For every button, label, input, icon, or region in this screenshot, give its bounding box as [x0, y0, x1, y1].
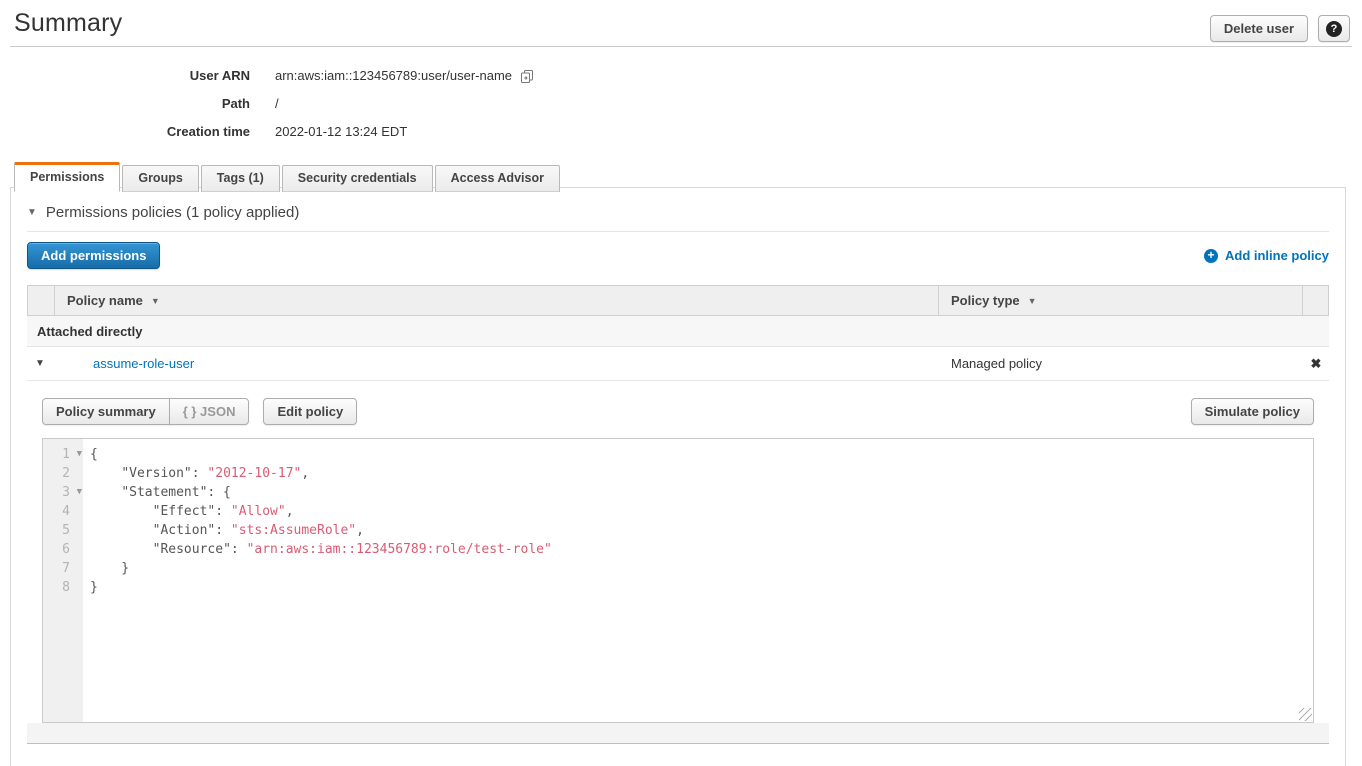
creation-time-value: 2022-01-12 13:24 EDT — [275, 124, 407, 140]
help-button[interactable]: ? — [1318, 15, 1350, 42]
gutter-line-number: 3▼ — [43, 483, 83, 502]
header-action-cell — [1302, 286, 1328, 315]
tab-bar: Permissions Groups Tags (1) Security cre… — [14, 161, 560, 191]
header-divider — [10, 46, 1352, 47]
delete-user-button[interactable]: Delete user — [1210, 15, 1308, 42]
tab-permissions[interactable]: Permissions — [14, 162, 120, 192]
policy-detail-panel: Policy summary { } JSON Edit policy Simu… — [27, 381, 1329, 744]
fold-caret-icon[interactable]: ▼ — [77, 483, 82, 502]
iam-user-summary-page: Summary Delete user ? User ARN arn:aws:i… — [0, 0, 1362, 766]
editor-resize-handle[interactable] — [1299, 708, 1312, 721]
editor-code-area[interactable]: { "Version": "2012-10-17", "Statement": … — [83, 439, 1313, 597]
policy-table-header: Policy name ▼ Policy type ▼ — [27, 285, 1329, 316]
user-arn-value: arn:aws:iam::123456789:user/user-name — [275, 68, 512, 84]
edit-policy-button[interactable]: Edit policy — [263, 398, 357, 425]
view-toggle-group: Policy summary { } JSON — [42, 398, 249, 425]
row-expander-caret-icon[interactable]: ▼ — [27, 358, 53, 369]
code-line[interactable]: } — [90, 578, 1313, 597]
user-arn-label: User ARN — [0, 68, 250, 84]
header-actions: Delete user ? — [1210, 15, 1350, 42]
code-line[interactable]: "Version": "2012-10-17", — [90, 464, 1313, 483]
gutter-line-number: 5 — [43, 521, 83, 540]
tab-access-advisor[interactable]: Access Advisor — [435, 165, 560, 192]
policy-name-column-header[interactable]: Policy name ▼ — [54, 286, 938, 315]
plus-icon: + — [1204, 249, 1218, 263]
policy-type-value: Managed policy — [939, 356, 1303, 371]
code-line[interactable]: "Action": "sts:AssumeRole", — [90, 521, 1313, 540]
permissions-policies-heading-text: Permissions policies (1 policy applied) — [46, 204, 299, 221]
copy-icon[interactable] — [520, 69, 535, 84]
gutter-line-number: 8 — [43, 578, 83, 597]
code-line[interactable]: "Effect": "Allow", — [90, 502, 1313, 521]
sort-caret-icon[interactable]: ▼ — [151, 296, 160, 306]
remove-policy-icon[interactable]: ✖ — [1303, 356, 1329, 372]
detail-row-creation-time: Creation time 2022-01-12 13:24 EDT — [0, 124, 535, 140]
heading-divider — [27, 231, 1329, 232]
tab-security-credentials[interactable]: Security credentials — [282, 165, 433, 192]
policy-table: Policy name ▼ Policy type ▼ Attached dir… — [27, 285, 1329, 744]
path-label: Path — [0, 96, 250, 112]
tab-tags[interactable]: Tags (1) — [201, 165, 280, 192]
header-spacer-cell — [28, 286, 54, 315]
question-mark-icon: ? — [1326, 21, 1342, 37]
policy-name-link[interactable]: assume-role-user — [53, 356, 939, 371]
editor-gutter: 1▼23▼45678 — [43, 439, 83, 722]
editor-footer-strip — [27, 723, 1329, 744]
detail-row-user-arn: User ARN arn:aws:iam::123456789:user/use… — [0, 68, 535, 84]
code-line[interactable]: { — [90, 445, 1313, 464]
policy-row: ▼ assume-role-user Managed policy ✖ — [27, 347, 1329, 381]
attached-directly-group-row: Attached directly — [27, 316, 1329, 347]
policy-name-header-label: Policy name — [67, 293, 143, 308]
permissions-policies-heading: ▼ Permissions policies (1 policy applied… — [27, 204, 1329, 221]
path-value: / — [275, 96, 279, 112]
add-inline-policy-label: Add inline policy — [1225, 248, 1329, 263]
gutter-line-number: 1▼ — [43, 445, 83, 464]
gutter-line-number: 6 — [43, 540, 83, 559]
json-view-button[interactable]: { } JSON — [169, 398, 250, 425]
code-line[interactable]: "Statement": { — [90, 483, 1313, 502]
gutter-line-number: 2 — [43, 464, 83, 483]
collapse-caret-icon[interactable]: ▼ — [27, 207, 37, 218]
user-details: User ARN arn:aws:iam::123456789:user/use… — [0, 68, 535, 152]
policy-type-column-header[interactable]: Policy type ▼ — [938, 286, 1302, 315]
policy-actions-row: Add permissions + Add inline policy — [27, 242, 1329, 269]
user-arn-value-wrap: arn:aws:iam::123456789:user/user-name — [275, 68, 535, 84]
add-permissions-button[interactable]: Add permissions — [27, 242, 160, 269]
sort-caret-icon[interactable]: ▼ — [1028, 296, 1037, 306]
fold-caret-icon[interactable]: ▼ — [77, 445, 82, 464]
gutter-line-number: 4 — [43, 502, 83, 521]
code-line[interactable]: } — [90, 559, 1313, 578]
gutter-line-number: 7 — [43, 559, 83, 578]
policy-summary-button[interactable]: Policy summary — [42, 398, 170, 425]
detail-row-path: Path / — [0, 96, 535, 112]
add-inline-policy-link[interactable]: + Add inline policy — [1204, 248, 1329, 263]
page-title: Summary — [14, 9, 122, 38]
policy-view-buttons: Policy summary { } JSON Edit policy Simu… — [27, 398, 1329, 425]
creation-time-label: Creation time — [0, 124, 250, 140]
tab-groups[interactable]: Groups — [122, 165, 198, 192]
code-line[interactable]: "Resource": "arn:aws:iam::123456789:role… — [90, 540, 1313, 559]
simulate-policy-button[interactable]: Simulate policy — [1191, 398, 1314, 425]
policy-type-header-label: Policy type — [951, 293, 1020, 308]
json-editor[interactable]: 1▼23▼45678 { "Version": "2012-10-17", "S… — [42, 438, 1314, 723]
permissions-tab-panel: ▼ Permissions policies (1 policy applied… — [10, 187, 1346, 766]
